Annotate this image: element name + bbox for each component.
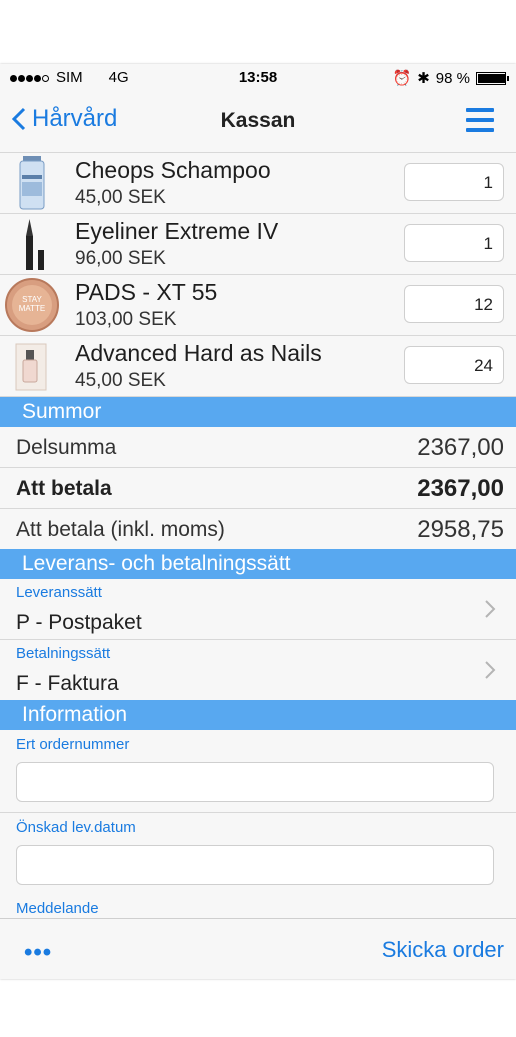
total-incl-vat-value: 2958,75 (417, 516, 504, 543)
section-header-information: Information (0, 700, 516, 730)
product-price: 45,00 SEK (75, 187, 166, 208)
battery-icon (476, 71, 509, 85)
status-right: ⏰ ✱ 98 % (392, 69, 509, 87)
alarm-icon: ⏰ (392, 70, 412, 87)
chevron-left-icon (12, 107, 26, 131)
product-name: Cheops Schampoo (75, 157, 271, 183)
chevron-right-icon (485, 600, 496, 618)
back-button-label: Hårvård (32, 105, 118, 132)
bluetooth-icon: ✱ (417, 70, 430, 87)
quantity-field[interactable]: 24 (404, 346, 504, 384)
powder-compact-icon: STAY MATTE (5, 278, 59, 332)
shipping-method-value: P - Postpaket (16, 611, 142, 634)
product-name: Advanced Hard as Nails (75, 340, 322, 366)
back-button[interactable]: Hårvård (12, 105, 117, 133)
product-price: 103,00 SEK (75, 309, 177, 330)
product-name: PADS - XT 55 (75, 279, 218, 305)
hamburger-menu-icon[interactable] (466, 108, 494, 133)
total-label: Att betala (16, 477, 112, 500)
product-price: 96,00 SEK (75, 248, 166, 269)
payment-method-label: Betalningssätt (16, 645, 111, 662)
cart-item[interactable]: Advanced Hard as Nails 45,00 SEK 24 (0, 336, 516, 397)
shipping-method-label: Leveranssätt (16, 584, 102, 601)
cart-item[interactable]: Cheops Schampoo 45,00 SEK 1 (0, 153, 516, 214)
section-header-summary: Summor (0, 397, 516, 427)
content: Cheops Schampoo 45,00 SEK 1 Eyeliner Ext… (0, 153, 516, 925)
order-number-row: Ert ordernummer (0, 730, 516, 813)
eyeliner-icon (26, 219, 44, 270)
compact-label-bottom: MATTE (19, 304, 46, 313)
delivery-date-label: Önskad lev.datum (16, 819, 136, 836)
battery-fill (478, 73, 506, 83)
subtotal-value: 2367,00 (417, 434, 504, 461)
total-incl-vat-label: Att betala (inkl. moms) (16, 518, 225, 541)
cart-item[interactable]: Eyeliner Extreme IV 96,00 SEK 1 (0, 214, 516, 275)
total-value: 2367,00 (417, 475, 504, 502)
payment-method-row[interactable]: Betalningssätt F - Faktura (0, 640, 516, 700)
total-row: Att betala 2367,00 (0, 468, 516, 509)
phone-screen: SIM 4G 13:58 ⏰ ✱ 98 % Hårvård Kassan Che… (0, 64, 516, 979)
delivery-date-input[interactable] (16, 845, 494, 885)
order-number-label: Ert ordernummer (16, 736, 130, 753)
nail-polish-icon (15, 343, 47, 391)
section-header-delivery: Leverans- och betalningssätt (0, 549, 516, 579)
cart-item[interactable]: STAY MATTE PADS - XT 55 103,00 SEK 12 (0, 275, 516, 336)
shipping-method-row[interactable]: Leveranssätt P - Postpaket (0, 579, 516, 640)
status-bar: SIM 4G 13:58 ⏰ ✱ 98 % (0, 64, 516, 90)
navigation-bar: Hårvård Kassan (0, 90, 516, 153)
product-price: 45,00 SEK (75, 370, 166, 391)
more-options-button[interactable]: ••• (24, 939, 52, 967)
payment-method-value: F - Faktura (16, 672, 119, 695)
quantity-field[interactable]: 1 (404, 224, 504, 262)
total-incl-vat-row: Att betala (inkl. moms) 2958,75 (0, 509, 516, 549)
send-order-button[interactable]: Skicka order (382, 937, 504, 963)
quantity-field[interactable]: 12 (404, 285, 504, 323)
bottom-toolbar: ••• Skicka order (0, 918, 516, 979)
product-name: Eyeliner Extreme IV (75, 218, 279, 244)
subtotal-row: Delsumma 2367,00 (0, 427, 516, 468)
battery-percent: 98 % (435, 69, 470, 87)
order-number-input[interactable] (16, 762, 494, 802)
message-label: Meddelande (16, 900, 99, 917)
chevron-right-icon (485, 661, 496, 679)
subtotal-label: Delsumma (16, 436, 117, 459)
quantity-field[interactable]: 1 (404, 163, 504, 201)
compact-label-top: STAY (22, 295, 42, 304)
shampoo-bottle-icon (19, 156, 45, 210)
delivery-date-row: Önskad lev.datum (0, 813, 516, 895)
